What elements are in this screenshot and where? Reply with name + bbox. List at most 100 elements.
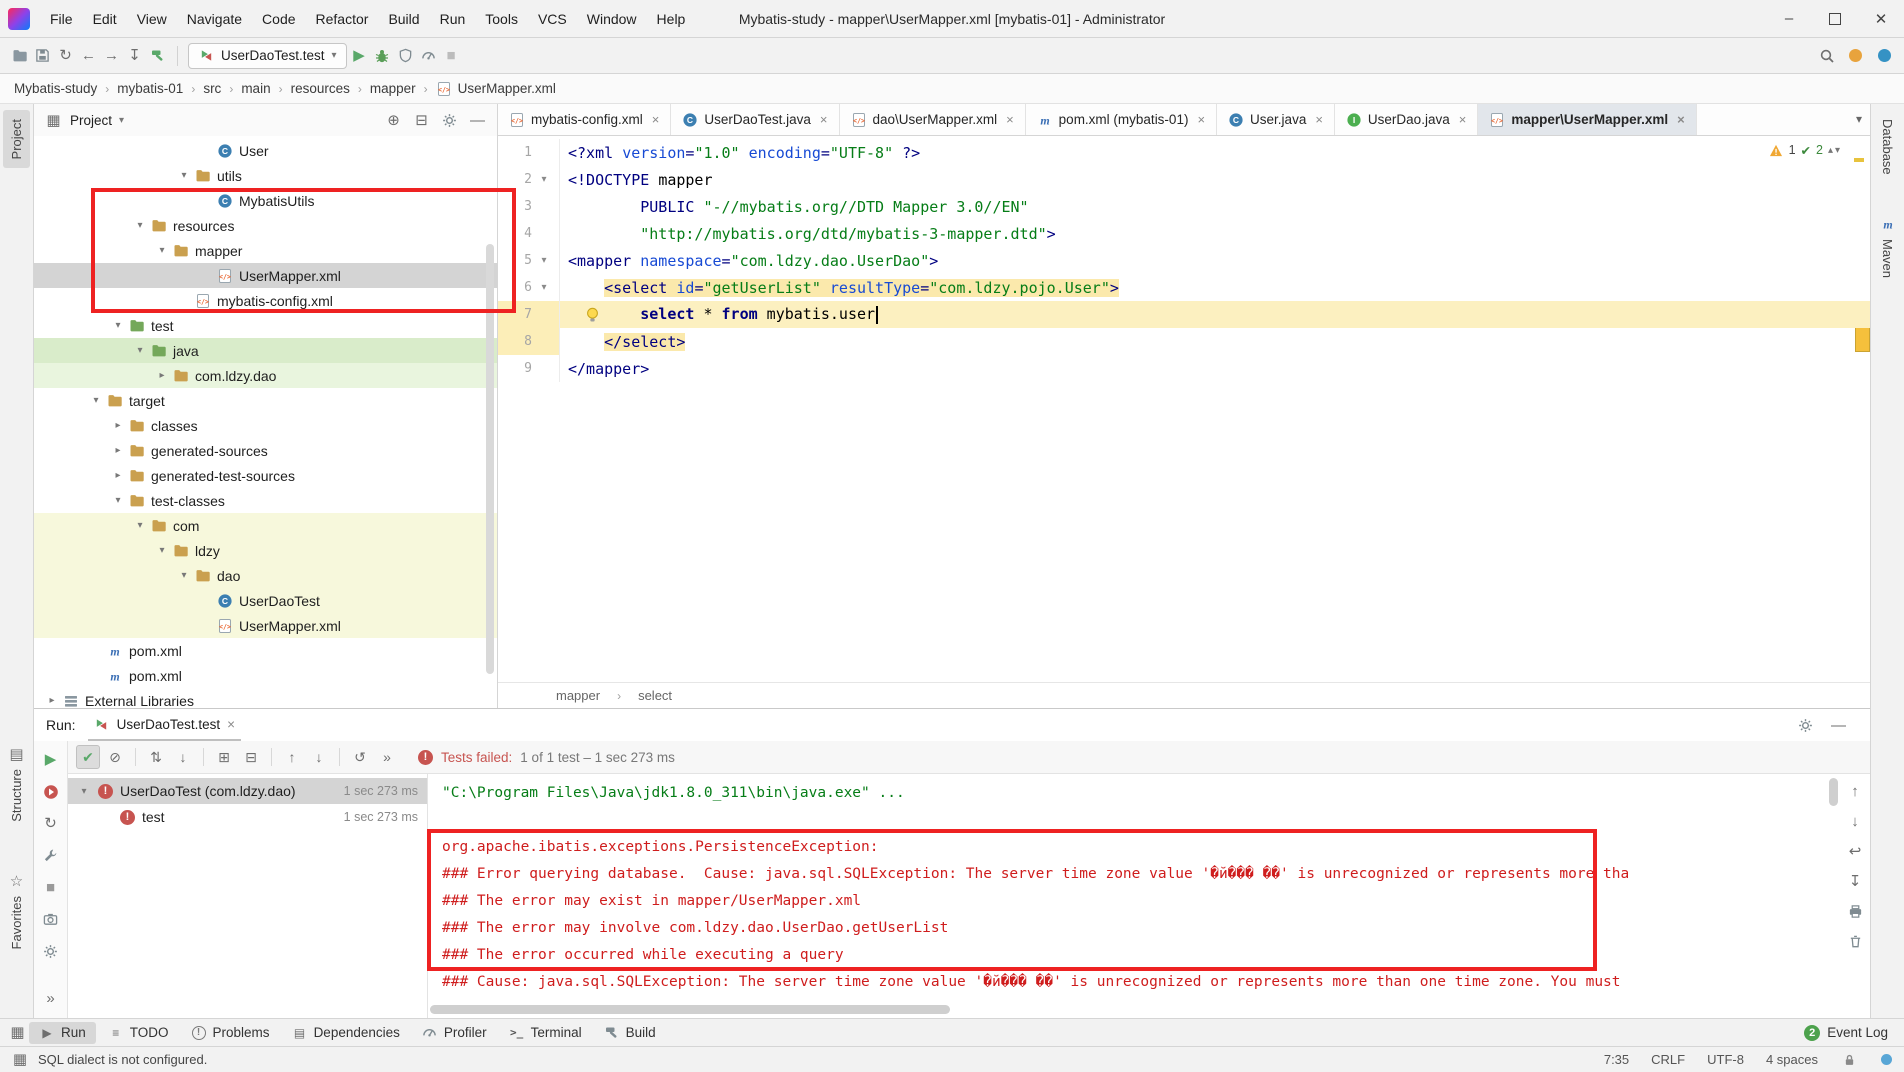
rerun-icon[interactable]: ▶ bbox=[41, 750, 60, 769]
chevron-down-icon[interactable]: ▾ bbox=[151, 545, 173, 556]
rerun-failed-icon[interactable] bbox=[41, 782, 60, 801]
chevron-down-icon[interactable]: ▾ bbox=[129, 345, 151, 356]
tool-windows-icon[interactable]: ▦ bbox=[8, 1023, 27, 1042]
save-all-icon[interactable] bbox=[33, 46, 52, 65]
test-item-test[interactable]: ! test 1 sec 273 ms bbox=[68, 804, 427, 830]
show-passed-icon[interactable]: ✔ bbox=[76, 745, 100, 769]
toolwindow-button-dependencies[interactable]: ▤ Dependencies bbox=[282, 1022, 410, 1044]
scroll-up-icon[interactable]: ↑ bbox=[1846, 782, 1865, 801]
tree-item-userdaotest[interactable]: C UserDaoTest bbox=[34, 588, 497, 613]
menu-edit[interactable]: Edit bbox=[83, 0, 127, 37]
synchronize-icon[interactable]: ↻ bbox=[56, 46, 75, 65]
scroll-down-icon[interactable]: ↓ bbox=[1846, 812, 1865, 831]
tab-list-chevron-icon[interactable]: ▾ bbox=[1856, 112, 1862, 126]
menu-build[interactable]: Build bbox=[378, 0, 429, 37]
tree-item-usermapper-xml[interactable]: </> UserMapper.xml bbox=[34, 613, 497, 638]
run-console[interactable]: "C:\Program Files\Java\jdk1.8.0_311\bin\… bbox=[428, 774, 1840, 1018]
clear-all-icon[interactable] bbox=[1846, 932, 1865, 951]
expand-all-icon[interactable]: ⊞ bbox=[212, 745, 236, 769]
chevron-down-icon[interactable]: ▾ bbox=[151, 245, 173, 256]
back-icon[interactable]: ← bbox=[79, 46, 98, 65]
close-icon[interactable]: × bbox=[1459, 112, 1467, 127]
code-line-8[interactable]: 8 </select> bbox=[498, 328, 1870, 355]
tree-item-generated-sources[interactable]: ▸ generated-sources bbox=[34, 438, 497, 463]
tree-item-ldzy[interactable]: ▾ ldzy bbox=[34, 538, 497, 563]
tree-item-com-ldzy-dao[interactable]: ▸ com.ldzy.dao bbox=[34, 363, 497, 388]
chevron-right-icon[interactable]: ▸ bbox=[107, 470, 129, 481]
chevron-right-icon[interactable]: ▸ bbox=[41, 695, 63, 706]
editor-tab-user-java[interactable]: C User.java × bbox=[1217, 104, 1335, 135]
close-icon[interactable]: × bbox=[1315, 112, 1323, 127]
chevron-right-icon[interactable]: ▸ bbox=[151, 370, 173, 381]
more-icon[interactable]: » bbox=[375, 745, 399, 769]
editor-tab-mybatis-config-xml[interactable]: </> mybatis-config.xml × bbox=[498, 104, 672, 135]
soft-wrap-icon[interactable]: ↩ bbox=[1846, 842, 1865, 861]
code-line-2[interactable]: 2 ▾ <!DOCTYPE mapper bbox=[498, 166, 1870, 193]
tree-item-dao[interactable]: ▾ dao bbox=[34, 563, 497, 588]
tool-window-switcher-icon[interactable]: ▦ bbox=[12, 1050, 28, 1069]
console-vscrollbar[interactable] bbox=[1829, 778, 1838, 806]
run-configuration-selector[interactable]: UserDaoTest.test ▾ bbox=[188, 42, 347, 69]
stripe-button-project[interactable]: Project bbox=[3, 110, 30, 169]
close-button[interactable]: ✕ bbox=[1858, 0, 1904, 37]
caret-position[interactable]: 7:35 bbox=[1604, 1052, 1629, 1067]
close-icon[interactable]: × bbox=[227, 717, 235, 732]
settings-icon[interactable] bbox=[440, 111, 459, 130]
chevron-down-icon[interactable]: ▾ bbox=[129, 220, 151, 231]
locate-file-icon[interactable]: ⊕ bbox=[384, 111, 403, 130]
tree-item-test-classes[interactable]: ▾ test-classes bbox=[34, 488, 497, 513]
maximize-button[interactable] bbox=[1812, 0, 1858, 37]
tree-item-user[interactable]: C User bbox=[34, 138, 497, 163]
menu-vcs[interactable]: VCS bbox=[528, 0, 577, 37]
show-ignored-icon[interactable]: ⊘ bbox=[103, 745, 127, 769]
gutter[interactable]: 6 ▾ bbox=[498, 274, 560, 301]
tree-item-classes[interactable]: ▸ classes bbox=[34, 413, 497, 438]
toolwindow-button-run[interactable]: ▶ Run bbox=[29, 1021, 96, 1044]
gutter[interactable]: 9 bbox=[498, 355, 560, 382]
scroll-to-end-icon[interactable]: ↧ bbox=[1846, 872, 1865, 891]
chevron-down-icon[interactable]: ▾ bbox=[173, 570, 195, 581]
tree-item-generated-test-sources[interactable]: ▸ generated-test-sources bbox=[34, 463, 497, 488]
pause-output-icon[interactable]: ■ bbox=[41, 878, 60, 897]
search-everywhere-icon[interactable] bbox=[1817, 46, 1836, 65]
debug-icon[interactable] bbox=[373, 46, 392, 65]
chevron-down-icon[interactable]: ▾ bbox=[173, 170, 195, 181]
chevron-down-icon[interactable]: ▾ bbox=[107, 320, 129, 331]
stripe-button-maven[interactable]: m Maven bbox=[1872, 206, 1903, 287]
thread-dump-icon[interactable] bbox=[41, 910, 60, 929]
collapse-all-icon[interactable]: ⊟ bbox=[239, 745, 263, 769]
toolwindow-button-profiler[interactable]: Profiler bbox=[412, 1022, 497, 1044]
toolwindow-button-problems[interactable]: ! Problems bbox=[181, 1022, 280, 1044]
run-icon[interactable]: ▶ bbox=[350, 46, 369, 65]
hide-panel-icon[interactable]: — bbox=[1829, 716, 1848, 735]
line-separator[interactable]: CRLF bbox=[1651, 1052, 1685, 1067]
menu-file[interactable]: File bbox=[40, 0, 83, 37]
chevron-down-icon[interactable]: ▾ bbox=[107, 495, 129, 506]
intention-bulb-icon[interactable] bbox=[584, 306, 601, 327]
test-history-icon[interactable]: ↺ bbox=[348, 745, 372, 769]
tree-item-target[interactable]: ▾ target bbox=[34, 388, 497, 413]
menu-help[interactable]: Help bbox=[647, 0, 696, 37]
coverage-icon[interactable] bbox=[396, 46, 415, 65]
tree-item-com[interactable]: ▾ com bbox=[34, 513, 497, 538]
code-line-4[interactable]: 4 "http://mybatis.org/dtd/mybatis-3-mapp… bbox=[498, 220, 1870, 247]
stripe-button-favorites[interactable]: ☆ Favorites bbox=[1, 863, 32, 958]
tree-item-usermapper-xml[interactable]: </> UserMapper.xml bbox=[34, 263, 497, 288]
close-icon[interactable]: × bbox=[820, 112, 828, 127]
close-icon[interactable]: × bbox=[1677, 112, 1685, 127]
lock-icon[interactable] bbox=[1840, 1050, 1859, 1069]
gutter[interactable]: 4 bbox=[498, 220, 560, 247]
editor-tab-userdao-java[interactable]: I UserDao.java × bbox=[1335, 104, 1479, 135]
breadcrumb-item-main[interactable]: main bbox=[241, 81, 270, 96]
close-icon[interactable]: × bbox=[1197, 112, 1205, 127]
menu-run[interactable]: Run bbox=[430, 0, 476, 37]
tree-item-resources[interactable]: ▾ resources bbox=[34, 213, 497, 238]
editor-tab-userdaotest-java[interactable]: C UserDaoTest.java × bbox=[671, 104, 840, 135]
toggle-auto-test-icon[interactable]: ↻ bbox=[41, 814, 60, 833]
toolwindow-button-build[interactable]: Build bbox=[594, 1022, 666, 1044]
stop-icon[interactable]: ■ bbox=[442, 46, 461, 65]
tree-item-test[interactable]: ▾ test bbox=[34, 313, 497, 338]
gutter[interactable]: 7 bbox=[498, 301, 560, 328]
editor-crumb-mapper[interactable]: mapper bbox=[556, 688, 600, 703]
menu-tools[interactable]: Tools bbox=[475, 0, 528, 37]
